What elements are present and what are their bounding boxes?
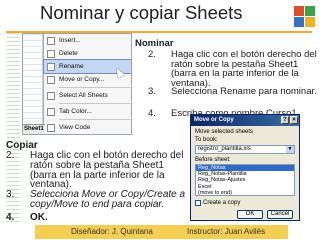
to-book-select[interactable]: registro_plantilla.xls ▼ [195, 145, 295, 154]
close-icon[interactable]: × [290, 116, 298, 124]
to-book-label: To book: [195, 137, 218, 143]
slide-title: Nominar y copiar Sheets [40, 2, 243, 23]
step-text: Selecciona Move or Copy/Create a copy/Mo… [30, 189, 186, 210]
step-text: Haga clic con el botón derecho del ratón… [30, 150, 184, 191]
menu-item-label: Delete [59, 50, 78, 57]
step-number: 3. [6, 189, 15, 200]
help-icon[interactable]: ? [281, 116, 289, 124]
menu-separator [59, 119, 130, 120]
menu-item-label: Tab Color... [59, 108, 92, 115]
create-copy-checkbox[interactable]: Create a copy [195, 200, 240, 206]
cancel-button[interactable]: Cancel [267, 210, 293, 219]
checkbox-label: Create a copy [203, 200, 241, 206]
step-number: 2. [148, 49, 156, 60]
move-selected-label: Move selected sheets [195, 129, 254, 135]
menu-item-label: View Code [59, 124, 91, 131]
menu-separator [59, 103, 130, 104]
nominar-heading: Nominar [135, 38, 174, 49]
delete-icon [47, 49, 55, 58]
step-number: 4. [148, 108, 156, 119]
menu-item-delete[interactable]: Delete [44, 47, 131, 60]
insert-icon [47, 36, 55, 45]
office-logo-icon [294, 6, 315, 27]
view-code-icon [47, 123, 55, 132]
menu-separator [59, 87, 130, 88]
footer-instructor: Instructor: Juan Avilés [187, 227, 266, 236]
chevron-down-icon[interactable]: ▼ [286, 146, 294, 153]
select-all-icon [47, 91, 55, 100]
footer-designer: Diseñador: J. Quintana [71, 227, 153, 236]
menu-item-insert[interactable]: Insert... [44, 34, 131, 47]
menu-item-label: Select All Sheets [59, 92, 108, 99]
checkbox-box[interactable] [195, 200, 201, 206]
menu-item-label: Insert... [59, 37, 81, 44]
dialog-title-bar[interactable]: Move or Copy ? × [191, 115, 299, 126]
step-number: 4. [6, 212, 15, 223]
sheet-tab-sheet1[interactable]: Sheet1 [23, 124, 45, 134]
tab-color-icon [47, 107, 55, 116]
list-item[interactable]: (move to end) [196, 190, 294, 195]
menu-item-tab-color[interactable]: Tab Color... [44, 105, 131, 118]
menu-item-select-all-sheets[interactable]: Select All Sheets [44, 89, 131, 102]
worksheet-grid [23, 34, 43, 134]
move-copy-icon [47, 75, 55, 84]
step-number: 3. [148, 86, 156, 97]
rename-icon [47, 62, 55, 71]
ok-button[interactable]: OK [237, 210, 263, 219]
menu-item-label: Move or Copy... [59, 76, 105, 83]
to-book-value: registro_plantilla.xls [198, 146, 251, 152]
menu-item-view-code[interactable]: View Code [44, 121, 131, 134]
footer-bar: Diseñador: J. Quintana Instructor: Juan … [35, 225, 288, 239]
step-text: Selecciona Rename para nominar. [171, 86, 317, 97]
step-text: Haga clic con el botón derecho del ratón… [171, 49, 317, 89]
context-menu-screenshot: Insert... Delete Rename Move or Copy... … [22, 33, 132, 135]
step-number: 2. [6, 150, 15, 161]
before-sheet-label: Before sheet: [195, 157, 231, 163]
move-or-copy-dialog: Move or Copy ? × Move selected sheets To… [190, 114, 300, 221]
menu-item-label: Rename [59, 63, 84, 70]
dialog-title: Move or Copy [194, 117, 234, 123]
sheet-context-menu: Insert... Delete Rename Move or Copy... … [43, 34, 131, 134]
step-text: OK. [30, 212, 48, 223]
before-sheet-list[interactable]: Reg_Notas Reg_Notas-Plantilla Reg_Notas-… [195, 164, 295, 196]
